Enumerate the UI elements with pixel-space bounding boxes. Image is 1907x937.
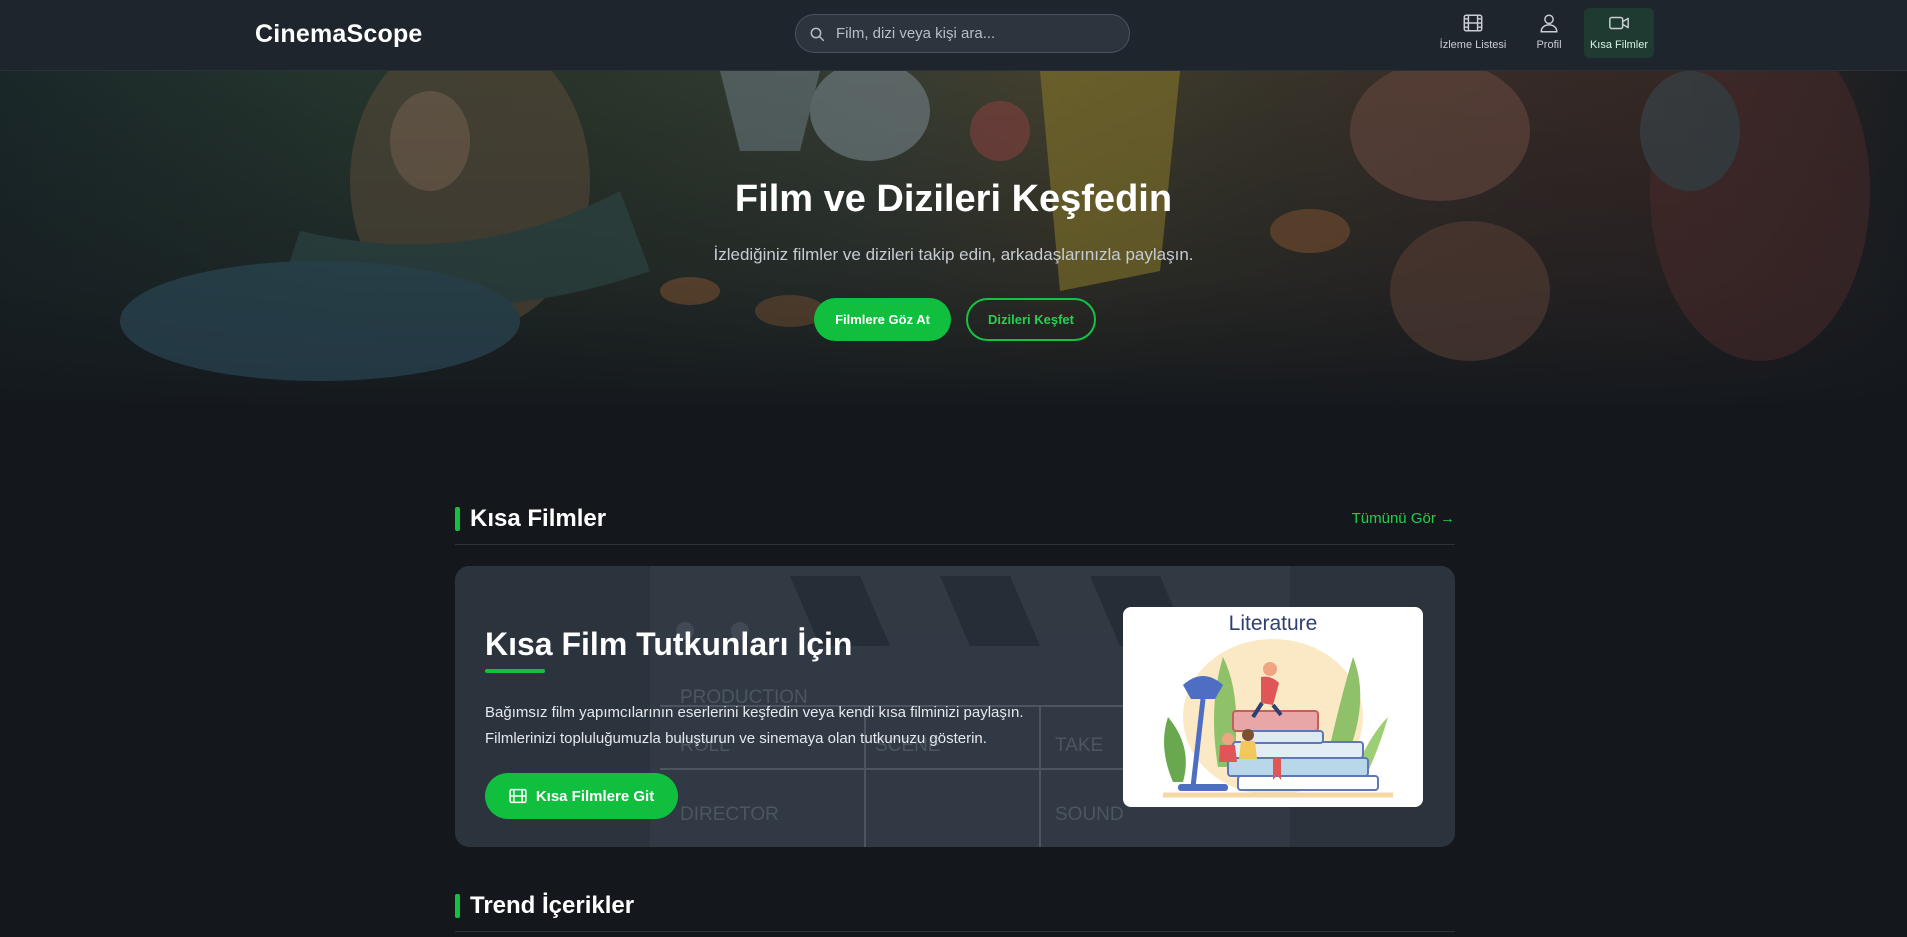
film-icon: [509, 788, 527, 804]
hero-banner: Film ve Dizileri Keşfedin İzlediğiniz fi…: [0, 71, 1907, 411]
illustration-label: Literature: [1228, 612, 1318, 635]
explore-series-button[interactable]: Dizileri Keşfet: [966, 298, 1096, 341]
clapper-sound-text: SOUND: [1055, 804, 1124, 825]
nav-profile[interactable]: Profil: [1524, 8, 1574, 58]
video-icon: [1609, 16, 1629, 30]
promo-card-title: Kısa Film Tutkunları İçin: [485, 626, 853, 662]
go-to-short-films-button[interactable]: Kısa Filmlere Git: [485, 773, 678, 819]
nav-watchlist-label: İzleme Listesi: [1439, 39, 1507, 51]
nav-short-films-label: Kısa Filmler: [1589, 39, 1649, 51]
hero-background-art: [120, 71, 1870, 381]
description-line-2: Filmlerinizi topluluğumuzla buluşturun v…: [485, 730, 987, 747]
literature-illustration: Literature: [1123, 607, 1423, 807]
search-input[interactable]: [836, 15, 1121, 52]
app-logo[interactable]: CinemaScope: [255, 20, 423, 49]
search-icon: [810, 27, 825, 42]
reading-scene-illustration: [1163, 639, 1393, 798]
nav-watchlist[interactable]: İzleme Listesi: [1432, 8, 1514, 58]
promo-card-underline: [485, 669, 545, 673]
section-accent-bar: [455, 894, 460, 918]
section-accent-bar: [455, 507, 460, 531]
top-navbar: CinemaScope İzleme Listesi Profil Kısa F…: [0, 0, 1907, 71]
hero-title: Film ve Dizileri Keşfedin: [734, 178, 1173, 220]
section-title: Kısa Filmler: [470, 505, 607, 532]
short-film-promo-card: PRODUCTION ROLL SCENE TAKE DIRECTOR SOUN…: [455, 566, 1455, 847]
see-all-link[interactable]: Tümünü Gör →: [1352, 510, 1455, 527]
browse-movies-button[interactable]: Filmlere Göz At: [814, 298, 951, 341]
hero-subtitle: İzlediğiniz filmler ve dizileri takip ed…: [713, 245, 1194, 264]
go-to-short-films-label: Kısa Filmlere Git: [535, 787, 655, 805]
nav-profile-label: Profil: [1536, 39, 1562, 51]
section-title: Trend İçerikler: [470, 892, 635, 919]
search-box[interactable]: [795, 14, 1130, 53]
promo-card-description: Bağımsız film yapımcılarının eserlerini …: [485, 700, 1105, 752]
nav-short-films[interactable]: Kısa Filmler: [1584, 8, 1654, 58]
film-icon: [1463, 14, 1483, 32]
trending-section-header: Trend İçerikler: [455, 890, 1455, 932]
clapper-director-text: DIRECTOR: [680, 804, 779, 825]
short-films-section-header: Kısa Filmler Tümünü Gör →: [455, 503, 1455, 545]
user-icon: [1540, 14, 1558, 33]
description-line-1: Bağımsız film yapımcılarının eserlerini …: [485, 704, 1024, 721]
